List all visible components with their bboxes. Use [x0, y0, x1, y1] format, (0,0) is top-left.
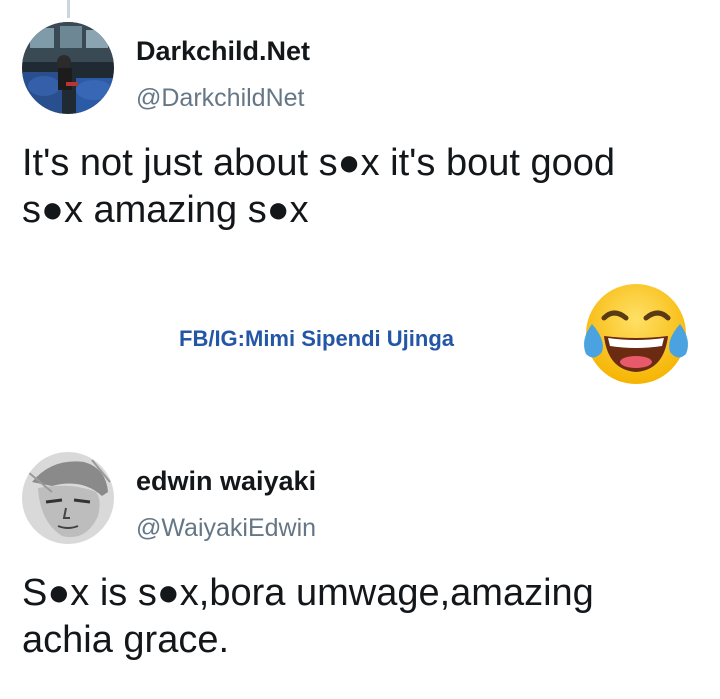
watermark-text: FB/IG:Mimi Sipendi Ujinga: [179, 326, 454, 351]
display-name[interactable]: Darkchild.Net: [136, 36, 310, 67]
avatar-darkchild-image: [22, 22, 114, 114]
avatar[interactable]: [22, 22, 114, 114]
user-handle[interactable]: @WaiyakiEdwin: [136, 514, 316, 543]
tweet-text-line: S●x is s●x,bora umwage,amazing: [22, 572, 594, 614]
user-handle[interactable]: @DarkchildNet: [136, 84, 304, 113]
tweet-text-line: It's not just about s●x it's bout good: [22, 142, 616, 184]
display-name[interactable]: edwin waiyaki: [136, 466, 316, 497]
tweet-text-line: s●x amazing s●x: [22, 189, 309, 231]
tweet-text-line: achia grace.: [22, 619, 230, 661]
face-with-tears-of-joy-icon: [576, 274, 696, 394]
tweet-text: S●x is s●x,bora umwage,amazing achia gra…: [22, 570, 712, 664]
avatar-edwin-sketch-image: [22, 452, 114, 544]
tweet-text: It's not just about s●x it's bout good s…: [22, 140, 712, 234]
avatar[interactable]: [22, 452, 114, 544]
thread-connector-line: [67, 0, 70, 18]
